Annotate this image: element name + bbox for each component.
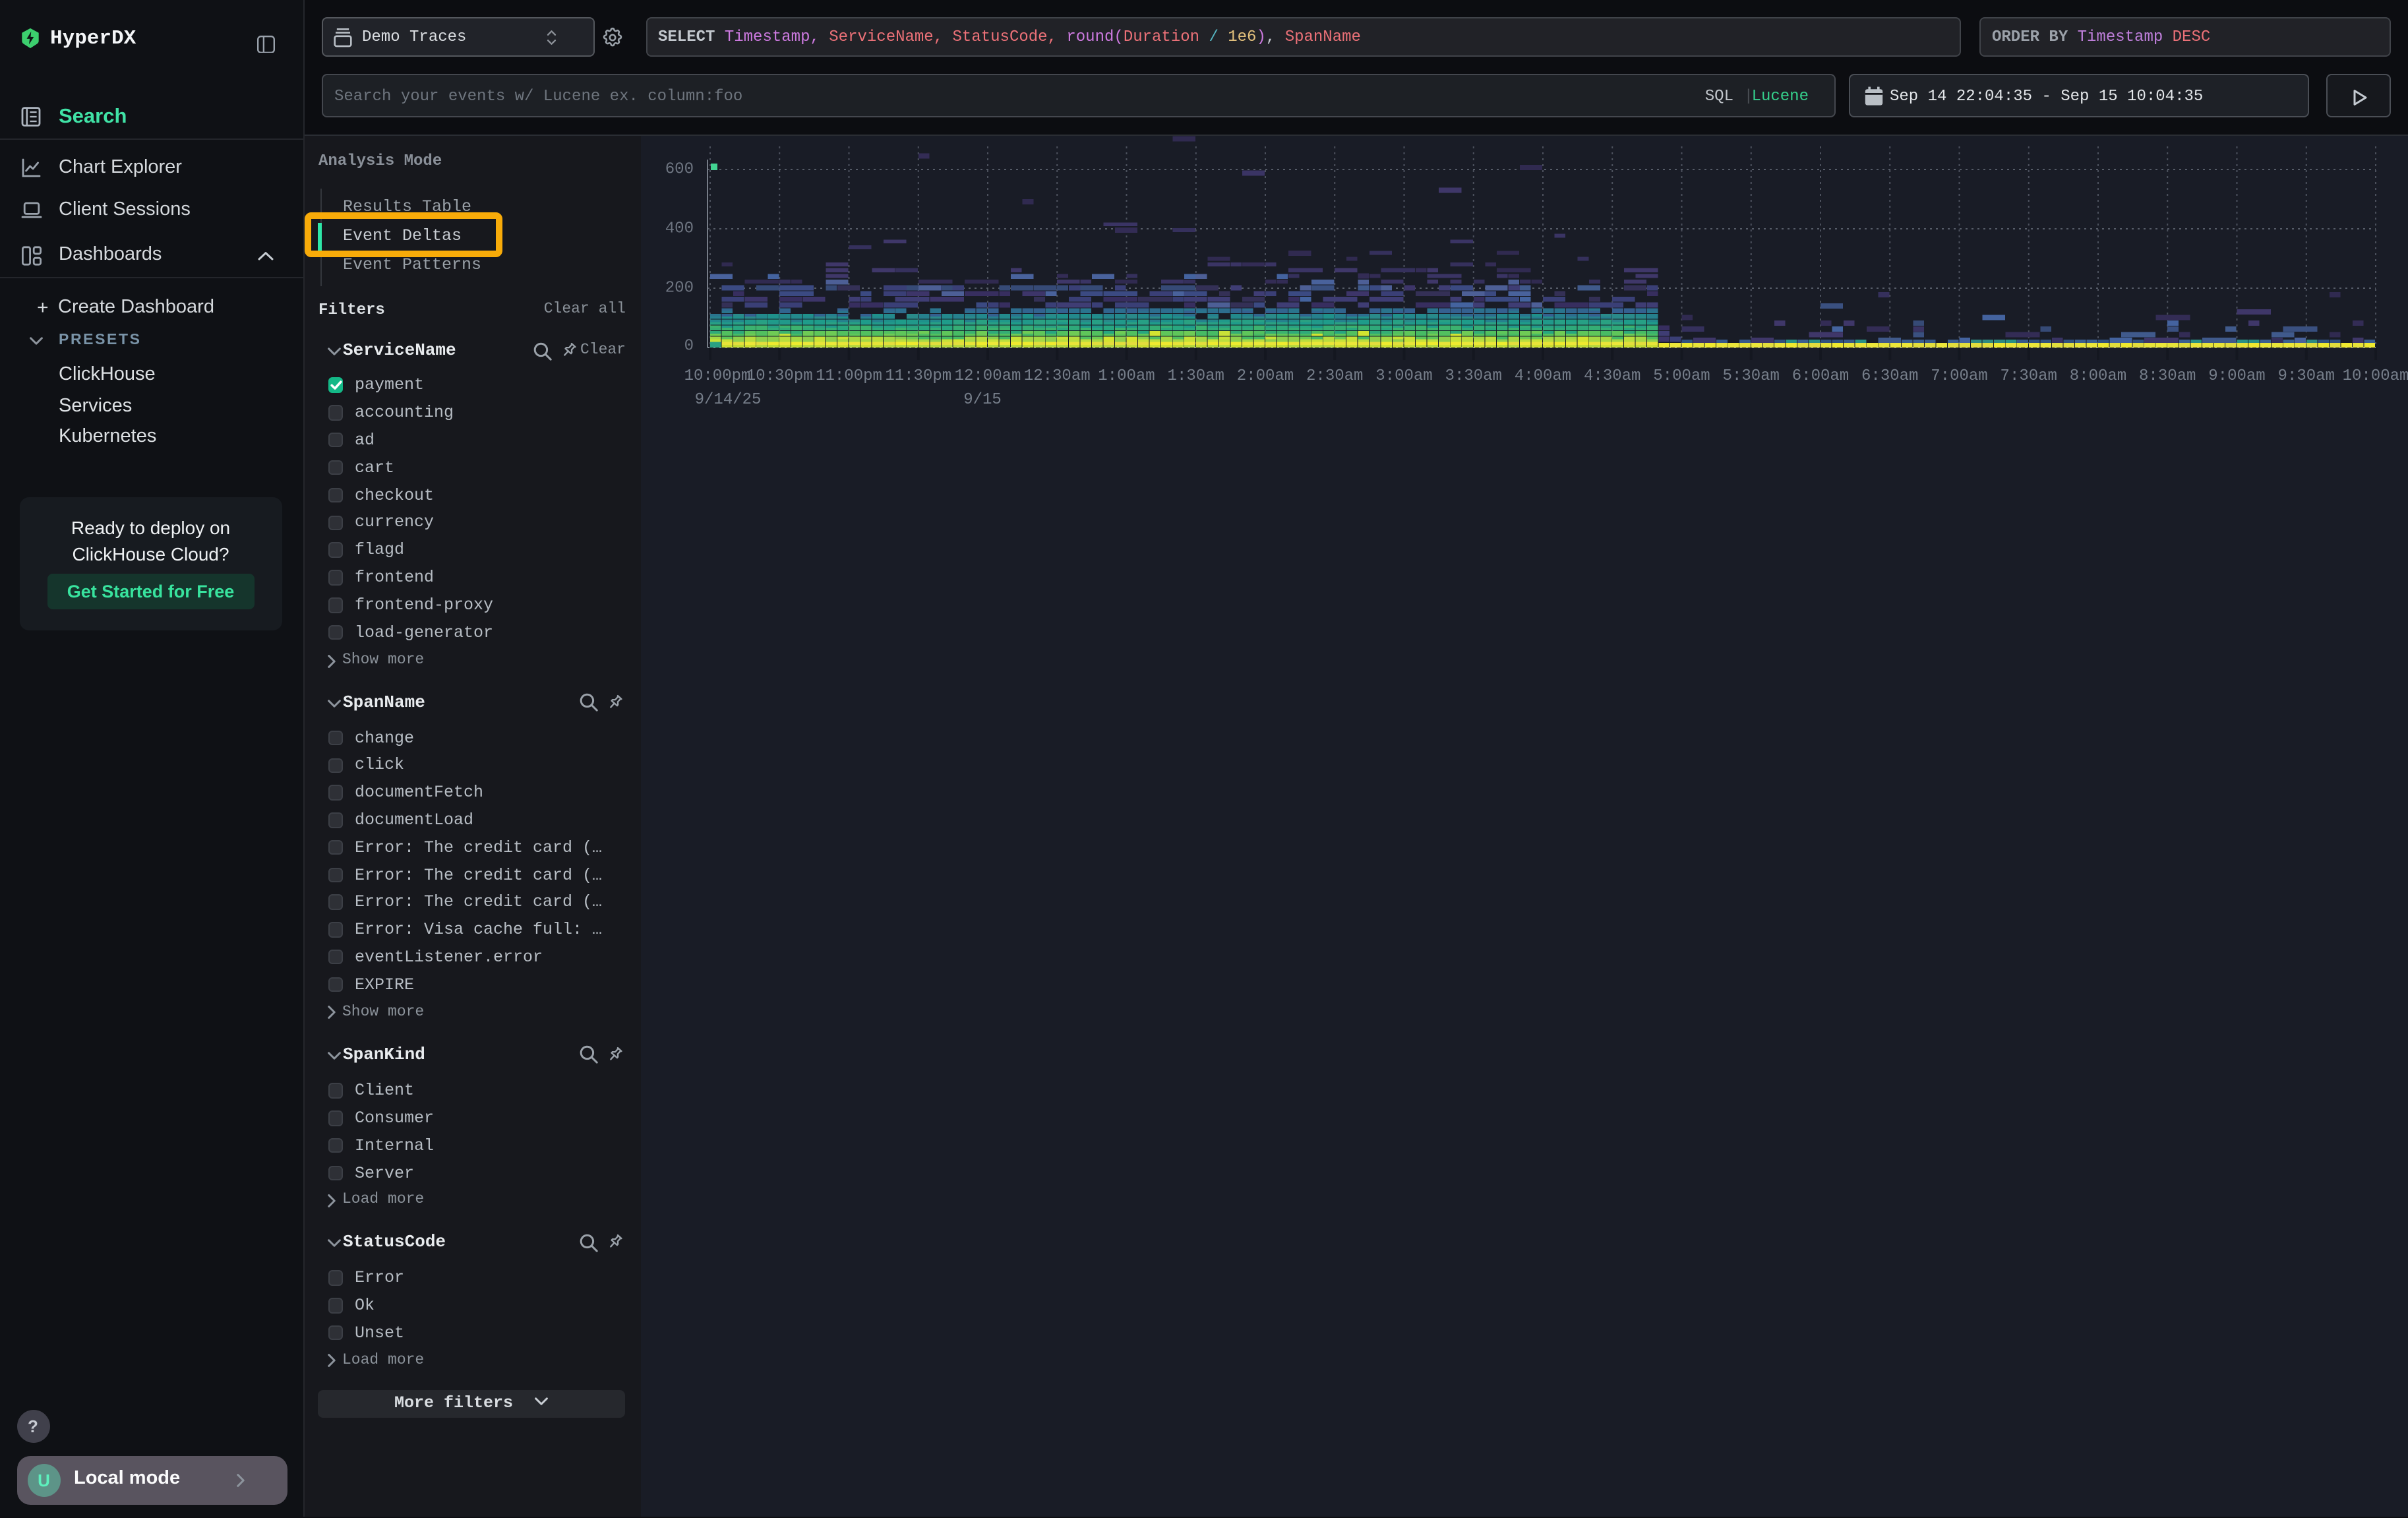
svg-text:7:00am: 7:00am: [1930, 367, 1987, 385]
svg-text:8:00am: 8:00am: [2069, 367, 2126, 385]
svg-text:10:00am: 10:00am: [2342, 367, 2408, 385]
svg-text:2:30am: 2:30am: [1306, 367, 1362, 385]
svg-text:6:00am: 6:00am: [1791, 367, 1848, 385]
svg-text:12:30am: 12:30am: [1023, 367, 1090, 385]
svg-text:1:30am: 1:30am: [1167, 367, 1224, 385]
svg-text:5:30am: 5:30am: [1722, 367, 1779, 385]
svg-text:200: 200: [665, 280, 693, 297]
svg-text:3:30am: 3:30am: [1445, 367, 1501, 385]
svg-text:4:30am: 4:30am: [1583, 367, 1640, 385]
svg-text:5:00am: 5:00am: [1652, 367, 1709, 385]
svg-text:0: 0: [684, 338, 693, 355]
svg-text:9/15: 9/15: [963, 391, 1001, 409]
svg-text:11:30pm: 11:30pm: [884, 367, 951, 385]
svg-text:2:00am: 2:00am: [1236, 367, 1293, 385]
svg-text:400: 400: [665, 220, 693, 238]
svg-text:12:00am: 12:00am: [954, 367, 1021, 385]
svg-text:9:00am: 9:00am: [2208, 367, 2264, 385]
svg-text:8:30am: 8:30am: [2138, 367, 2195, 385]
svg-text:11:00pm: 11:00pm: [815, 367, 882, 385]
svg-text:10:00pm: 10:00pm: [684, 367, 750, 385]
svg-text:600: 600: [665, 161, 693, 179]
svg-text:10:30pm: 10:30pm: [746, 367, 812, 385]
svg-text:9/14/25: 9/14/25: [694, 391, 761, 409]
svg-text:6:30am: 6:30am: [1861, 367, 1917, 385]
svg-text:3:00am: 3:00am: [1375, 367, 1431, 385]
svg-text:9:30am: 9:30am: [2277, 367, 2334, 385]
svg-text:7:30am: 7:30am: [2000, 367, 2057, 385]
svg-text:1:00am: 1:00am: [1097, 367, 1154, 385]
svg-text:4:00am: 4:00am: [1514, 367, 1571, 385]
